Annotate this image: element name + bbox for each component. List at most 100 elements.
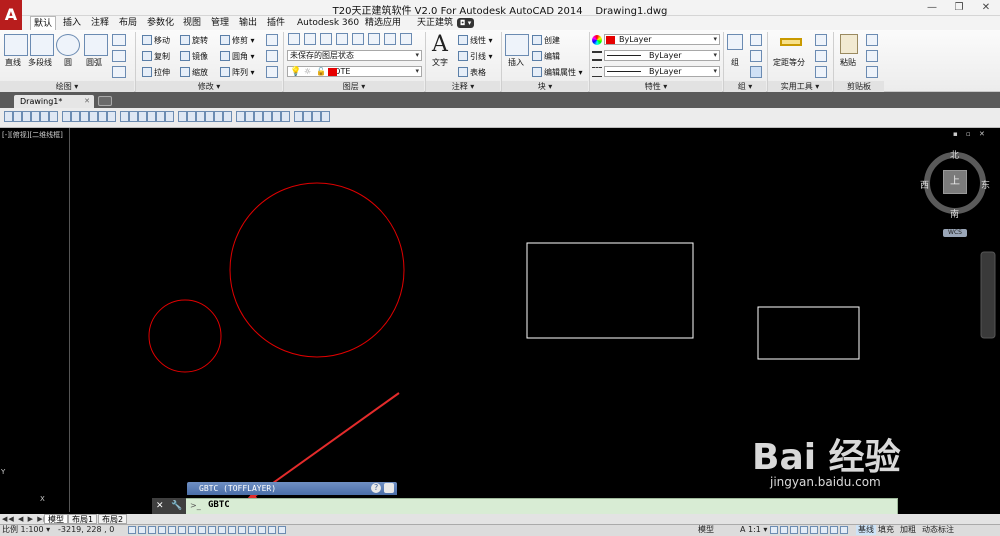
drafting-toggle-icon[interactable] [128, 526, 136, 534]
tab-layout1[interactable]: 布局1 [68, 514, 98, 524]
tangent-tool-icon[interactable] [165, 111, 174, 122]
ungroup-icon[interactable] [750, 34, 762, 46]
line-button-label[interactable]: 直线 [5, 58, 21, 68]
tab-tangent-arch[interactable]: 天正建筑 [414, 16, 456, 30]
drafting-toggle-icon[interactable] [198, 526, 206, 534]
arc-button-label[interactable]: 圆弧 [86, 58, 102, 68]
layout-nav-arrows[interactable]: ◀◀ ◀ ▶ ▶▶ [2, 515, 50, 523]
layer-tool-icon[interactable] [320, 33, 332, 45]
tangent-tool-icon[interactable] [80, 111, 89, 122]
layers-panel-title[interactable]: 图层 ▾ [284, 81, 424, 92]
text-icon[interactable]: A [432, 32, 448, 57]
polyline-icon[interactable] [30, 34, 54, 56]
drafting-toggle-icon[interactable] [248, 526, 256, 534]
workspace-tool-icon[interactable] [810, 526, 818, 534]
tangent-tool-icon[interactable] [62, 111, 71, 122]
drafting-toggle-icon[interactable] [138, 526, 146, 534]
cut-icon[interactable] [866, 34, 878, 46]
layer-tool-icon[interactable] [304, 33, 316, 45]
tangent-tool-icon[interactable] [22, 111, 31, 122]
groups-panel-title[interactable]: 组 ▾ [724, 81, 766, 92]
autocad-logo[interactable]: A [0, 0, 22, 30]
insert-block-icon[interactable] [505, 34, 529, 56]
baseline-toggle[interactable]: 基线 [856, 525, 876, 535]
color-dropdown[interactable]: ByLayer [604, 34, 720, 45]
drafting-toggle-icon[interactable] [208, 526, 216, 534]
rotate-button[interactable]: 旋转 [180, 35, 208, 46]
tangent-tool-icon[interactable] [31, 111, 40, 122]
tab-insert[interactable]: 插入 [60, 16, 84, 30]
large-circle[interactable] [229, 182, 405, 358]
tangent-tool-icon[interactable] [281, 111, 290, 122]
close-button[interactable]: ✕ [972, 0, 1000, 16]
create-block-button[interactable]: 创建 [532, 35, 560, 46]
clipboard-panel-title[interactable]: 剪贴板 [834, 81, 884, 92]
doc-tab-close-icon[interactable]: ✕ [84, 95, 90, 108]
tangent-tool-icon[interactable] [196, 111, 205, 122]
utilities-panel-title[interactable]: 实用工具 ▾ [768, 81, 832, 92]
drafting-toggle-icon[interactable] [148, 526, 156, 534]
tangent-tool-icon[interactable] [4, 111, 13, 122]
fill-toggle[interactable]: 填充 [878, 525, 894, 535]
explode-icon[interactable] [266, 50, 278, 62]
tab-featured-apps[interactable]: 精选应用 [362, 16, 404, 30]
tangent-tool-icon[interactable] [303, 111, 312, 122]
dynamic-dimension-toggle[interactable]: 动态标注 [922, 525, 954, 535]
workspace-tool-icon[interactable] [800, 526, 808, 534]
tab-parametric[interactable]: 参数化 [144, 16, 177, 30]
compass-west[interactable]: 西 [920, 178, 929, 191]
drafting-toggle-icon[interactable] [238, 526, 246, 534]
workspace-tool-icon[interactable] [790, 526, 798, 534]
command-input[interactable]: GBTC [208, 500, 230, 510]
workspace-tool-icon[interactable] [840, 526, 848, 534]
erase-icon[interactable] [266, 34, 278, 46]
hatch-icon[interactable] [112, 50, 126, 62]
tangent-tool-icon[interactable] [49, 111, 58, 122]
new-tab-icon[interactable] [98, 96, 112, 106]
workspace-tool-icon[interactable] [830, 526, 838, 534]
viewcube-top-face[interactable]: 上 [943, 170, 967, 194]
tangent-tool-icon[interactable] [129, 111, 138, 122]
layer-tool-icon[interactable] [352, 33, 364, 45]
tangent-tool-icon[interactable] [98, 111, 107, 122]
command-line[interactable] [152, 498, 898, 515]
tangent-tool-icon[interactable] [214, 111, 223, 122]
tangent-tool-icon[interactable] [205, 111, 214, 122]
tangent-tool-icon[interactable] [71, 111, 80, 122]
polyline-button-label[interactable]: 多段线 [28, 58, 52, 68]
paste-icon[interactable] [840, 34, 858, 54]
scale-button[interactable]: 缩放 [180, 67, 208, 78]
group-icon[interactable] [727, 34, 743, 50]
tangent-tool-icon[interactable] [40, 111, 49, 122]
tangent-tool-icon[interactable] [187, 111, 196, 122]
copy-button[interactable]: 复制 [142, 51, 170, 62]
drawing-scale[interactable]: 比例 1:100 ▾ [2, 525, 50, 535]
doc-tab-drawing1[interactable]: Drawing1* ✕ [14, 95, 94, 108]
color-wheel-icon[interactable] [592, 35, 602, 45]
minimize-button[interactable]: — [918, 0, 946, 16]
tangent-tool-icon[interactable] [138, 111, 147, 122]
rectangle-icon[interactable] [112, 34, 126, 46]
copy-clip-icon[interactable] [866, 50, 878, 62]
large-rectangle[interactable] [526, 242, 694, 339]
layer-tool-icon[interactable] [384, 33, 396, 45]
edit-attributes-button[interactable]: 编辑属性 ▾ [532, 67, 583, 78]
group-edit-icon[interactable] [750, 50, 762, 62]
tangent-tool-icon[interactable] [294, 111, 303, 122]
tab-default[interactable]: 默认 [30, 16, 57, 30]
group-button-label[interactable]: 组 [731, 58, 739, 68]
compass-east[interactable]: 东 [981, 178, 990, 191]
tangent-tool-icon[interactable] [120, 111, 129, 122]
tangent-tool-icon[interactable] [272, 111, 281, 122]
tangent-tool-icon[interactable] [236, 111, 245, 122]
model-space-toggle[interactable]: 模型 [698, 525, 714, 535]
stretch-button[interactable]: 拉伸 [142, 67, 170, 78]
tangent-tool-icon[interactable] [245, 111, 254, 122]
utility-icon[interactable] [815, 66, 827, 78]
array-button[interactable]: 阵列 ▾ [220, 67, 255, 78]
offset-icon[interactable] [266, 66, 278, 78]
measure-icon[interactable] [780, 38, 802, 46]
properties-panel-title[interactable]: 特性 ▾ [590, 81, 722, 92]
match-properties-icon[interactable] [866, 66, 878, 78]
workspace-tool-icon[interactable] [780, 526, 788, 534]
